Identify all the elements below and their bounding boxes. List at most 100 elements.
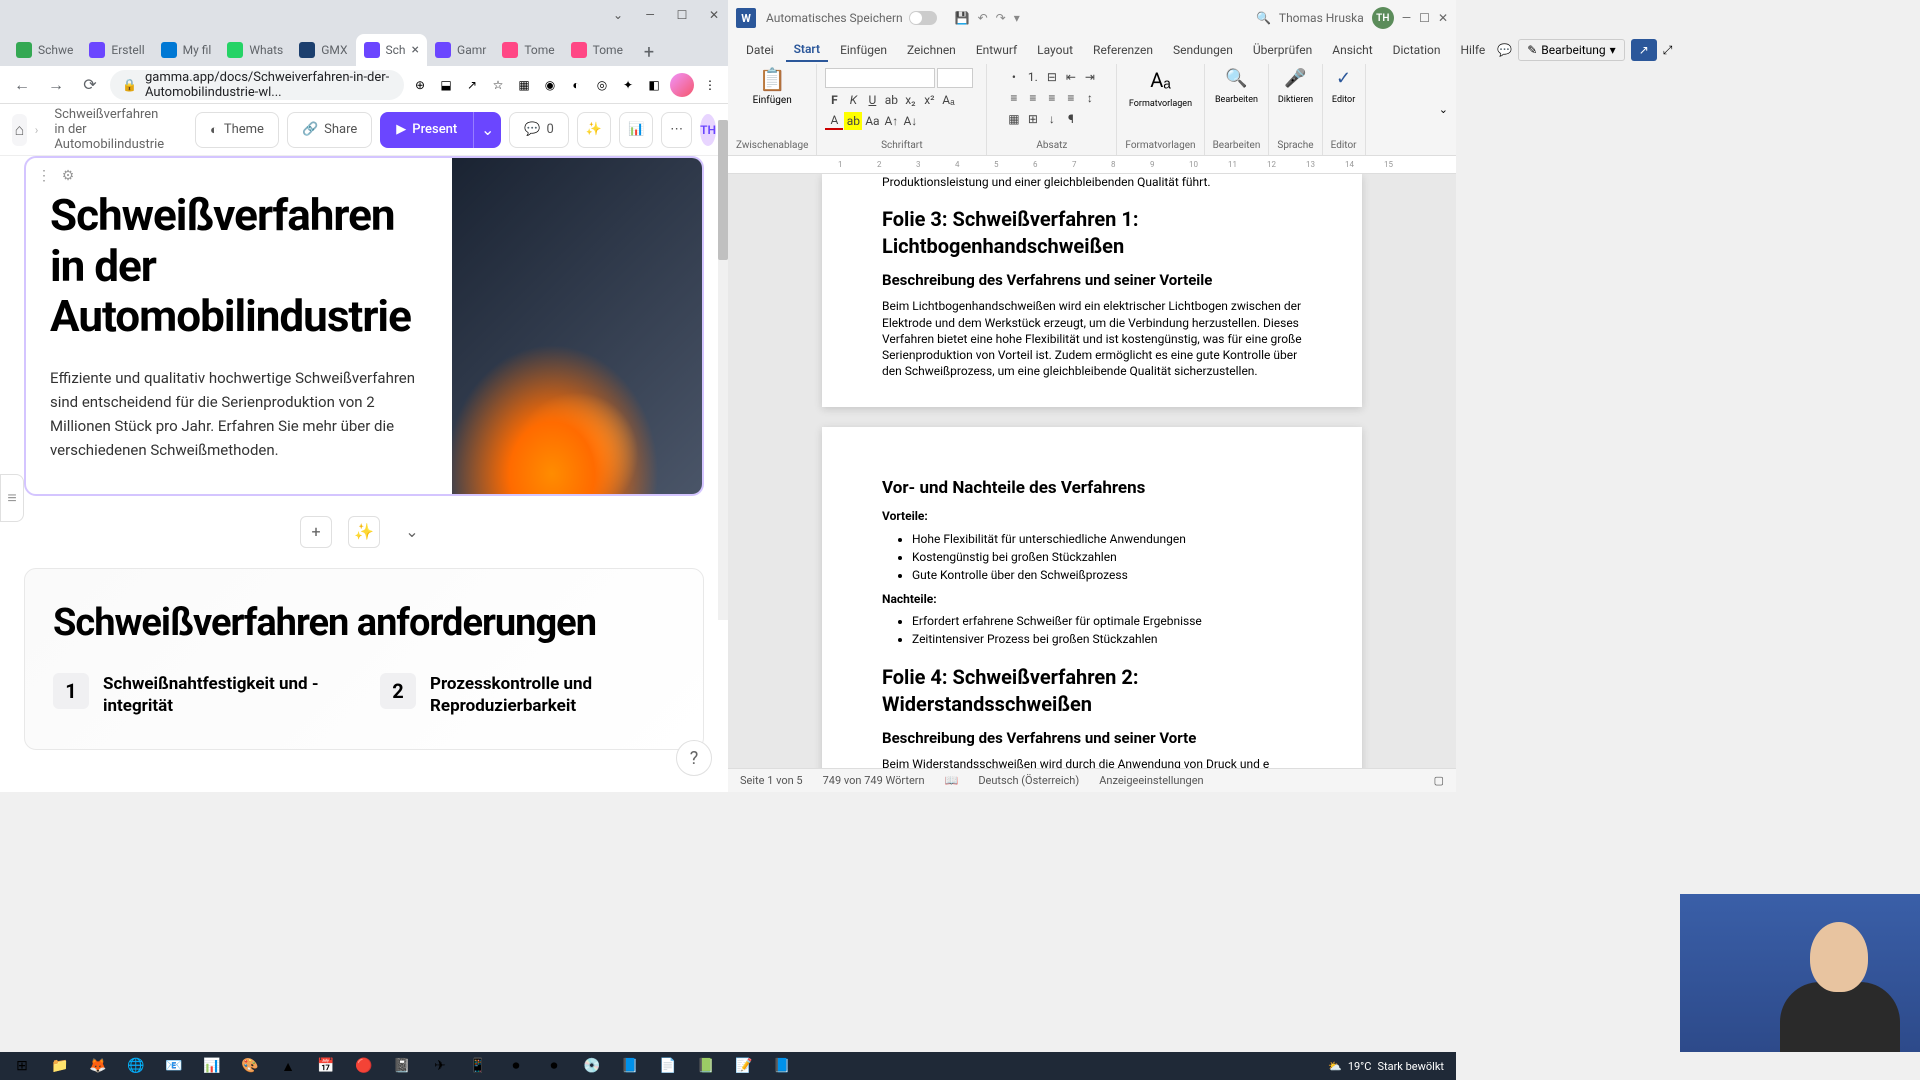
slide-body[interactable]: Effiziente und qualitativ hochwertige Sc… (50, 366, 428, 462)
display-settings[interactable]: Anzeigeeinstellungen (1099, 774, 1203, 787)
obs-icon[interactable]: ⏺ (498, 1053, 534, 1079)
subheading[interactable]: Beschreibung des Verfahrens und seiner V… (882, 270, 1302, 290)
tab-sendungen[interactable]: Sendungen (1165, 39, 1241, 61)
word-count[interactable]: 749 von 749 Wörtern (823, 774, 925, 787)
user-badge[interactable]: TH (1372, 7, 1394, 29)
body-text[interactable]: Produktionsleistung und einer gleichblei… (882, 174, 1302, 190)
sort-button[interactable]: ↓ (1043, 110, 1061, 128)
tab-7[interactable]: Tome (494, 34, 562, 66)
tab-close-icon[interactable]: × (412, 42, 419, 58)
page-2[interactable]: Vor- und Nachteile des Verfahrens Vortei… (822, 427, 1362, 768)
weather-widget[interactable]: ⛅ 19°C Stark bewölkt (1328, 1060, 1444, 1073)
font-color-button[interactable]: A (825, 112, 843, 130)
sidepanel-icon[interactable]: ◧ (644, 75, 664, 95)
paste-icon[interactable]: 📋 (758, 68, 785, 93)
subscript-button[interactable]: x₂ (901, 91, 919, 109)
menu-icon[interactable]: ⋮ (700, 75, 720, 95)
window-minimize-icon[interactable]: — (644, 9, 656, 21)
tab-dictation[interactable]: Dictation (1385, 39, 1449, 61)
win-max-icon[interactable]: ☐ (1419, 11, 1430, 25)
telegram-icon[interactable]: ✈ (422, 1053, 458, 1079)
heading-folie4[interactable]: Folie 4: Schweißverfahren 2: Widerstands… (882, 664, 1302, 718)
tab-1[interactable]: Erstell (81, 34, 152, 66)
redo-icon[interactable]: ↷ (996, 11, 1006, 25)
highlight-button[interactable]: ab (844, 112, 862, 130)
autosave-toggle[interactable]: Automatisches Speichern (766, 11, 937, 25)
outdent-button[interactable]: ⇤ (1062, 68, 1080, 86)
borders-button[interactable]: ⊞ (1024, 110, 1042, 128)
align-right-button[interactable]: ≡ (1043, 89, 1061, 107)
slide-card-1[interactable]: ⋮ ⚙ Schweißverfahren in der Automobilind… (24, 156, 704, 496)
app2-icon[interactable]: 📱 (460, 1053, 496, 1079)
slide-image[interactable] (452, 158, 702, 494)
numbering-button[interactable]: 1. (1024, 68, 1042, 86)
comments-icon[interactable]: 💬 (1497, 43, 1512, 57)
app3-icon[interactable]: ⏺ (536, 1053, 572, 1079)
powerpoint-icon[interactable]: 📊 (194, 1053, 230, 1079)
tab-zeichnen[interactable]: Zeichnen (899, 39, 964, 61)
multilevel-button[interactable]: ⊟ (1043, 68, 1061, 86)
case-button[interactable]: Aa (863, 112, 881, 130)
list-item[interactable]: Zeitintensiver Prozess bei großen Stückz… (912, 631, 1302, 647)
back-button[interactable]: ← (8, 71, 36, 99)
tab-2[interactable]: My fil (153, 34, 220, 66)
tab-0[interactable]: Schwe (8, 34, 81, 66)
page-1[interactable]: Produktionsleistung und einer gleichblei… (822, 174, 1362, 407)
nachteile-label[interactable]: Nachteile: (882, 591, 1302, 607)
ribbon-expand-icon[interactable]: ⌄ (1439, 103, 1448, 116)
win-min-icon[interactable]: — (1402, 11, 1411, 25)
subheading[interactable]: Beschreibung des Verfahrens und seiner V… (882, 728, 1302, 748)
sidebar-toggle[interactable]: ≡ (0, 474, 24, 522)
align-left-button[interactable]: ≡ (1005, 89, 1023, 107)
tab-start[interactable]: Start (786, 38, 828, 62)
tab-entwurf[interactable]: Entwurf (968, 39, 1025, 61)
word-taskbar-icon[interactable]: 📘 (764, 1053, 800, 1079)
slide-title[interactable]: Schweißverfahren in der Automobilindustr… (50, 190, 428, 342)
chrome-icon[interactable]: 🌐 (118, 1053, 154, 1079)
styles-icon[interactable]: Aₐ (1150, 68, 1171, 93)
bookmark-icon[interactable]: ☆ (488, 75, 508, 95)
vlc-icon[interactable]: ▲ (270, 1053, 306, 1079)
tab-datei[interactable]: Datei (738, 39, 782, 61)
translate-icon[interactable]: ⊕ (410, 75, 430, 95)
ribbon-collapse-icon[interactable]: ⤢ (1663, 43, 1673, 58)
url-input[interactable]: 🔒 gamma.app/docs/Schweiverfahren-in-der-… (110, 70, 404, 100)
indent-button[interactable]: ⇥ (1081, 68, 1099, 86)
line-spacing-button[interactable]: ↕ (1081, 89, 1099, 107)
spell-check-icon[interactable]: 📖 (945, 774, 959, 787)
firefox-icon[interactable]: 🦊 (80, 1053, 116, 1079)
window-close-icon[interactable]: ✕ (708, 9, 720, 21)
list-item[interactable]: Hohe Flexibilität für unterschiedliche A… (912, 531, 1302, 547)
strike-button[interactable]: ab (882, 91, 900, 109)
add-card-button[interactable]: + (300, 516, 332, 548)
tab-8[interactable]: Tome (563, 34, 631, 66)
find-icon[interactable]: 🔍 (1225, 68, 1247, 89)
list-item[interactable]: Gute Kontrolle über den Schweißprozess (912, 567, 1302, 583)
tab-ansicht[interactable]: Ansicht (1324, 39, 1380, 61)
ai-button[interactable]: ✨ (577, 112, 611, 148)
show-marks-button[interactable]: ¶ (1062, 110, 1080, 128)
profile-avatar[interactable] (670, 73, 694, 97)
shading-button[interactable]: ▦ (1005, 110, 1023, 128)
share-button[interactable]: 🔗Share (287, 112, 372, 148)
grow-font-button[interactable]: A↑ (882, 112, 900, 130)
slide2-title[interactable]: Schweißverfahren anforderungen (53, 601, 675, 645)
body-text[interactable]: Beim Widerstandsschweißen wird durch die… (882, 756, 1302, 768)
present-button[interactable]: ▶Present (380, 112, 473, 148)
list-item[interactable]: Kostengünstig bei großen Stückzahlen (912, 549, 1302, 565)
align-center-button[interactable]: ≡ (1024, 89, 1042, 107)
tab-4[interactable]: GMX (291, 34, 355, 66)
heading-folie3[interactable]: Folie 3: Schweißverfahren 1: Lichtbogenh… (882, 206, 1302, 260)
ext-1-icon[interactable]: ▦ (514, 75, 534, 95)
editing-mode-dropdown[interactable]: ✎Bearbeitung▾ (1518, 39, 1624, 61)
reload-button[interactable]: ⟳ (76, 71, 104, 99)
win-close-icon[interactable]: ✕ (1438, 11, 1448, 25)
requirement-2[interactable]: 2 Prozesskontrolle und Reproduzierbarkei… (380, 673, 675, 717)
more-button[interactable]: ⋯ (661, 112, 692, 148)
list-item[interactable]: Erfordert erfahrene Schweißer für optima… (912, 613, 1302, 629)
card-settings-icon[interactable]: ⚙ (58, 166, 78, 186)
help-button[interactable]: ? (676, 740, 712, 776)
ai-card-button[interactable]: ✨ (348, 516, 380, 548)
analytics-button[interactable]: 📊 (619, 112, 653, 148)
underline-button[interactable]: U (863, 91, 881, 109)
